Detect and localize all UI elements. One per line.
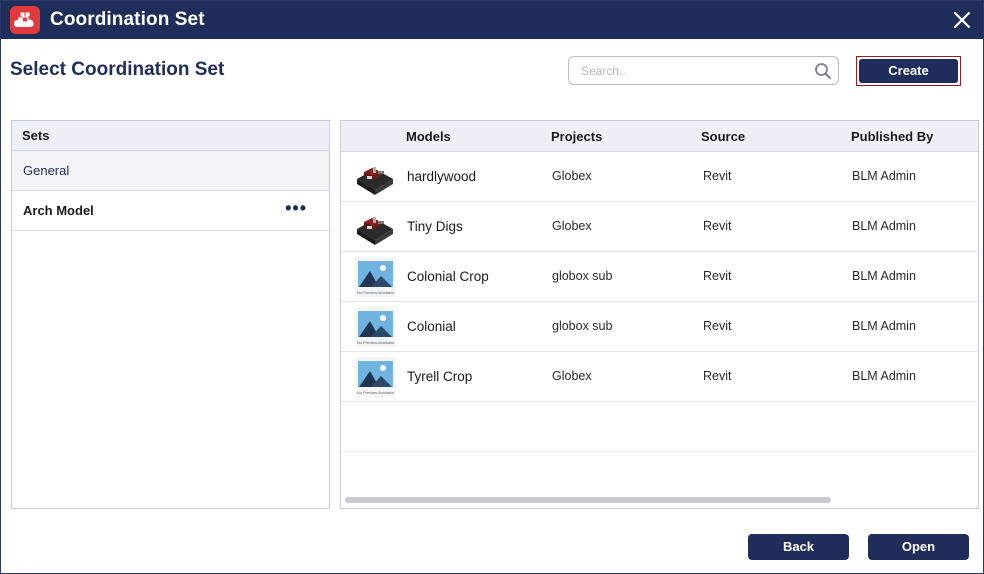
- no-preview-thumbnail-icon: No Preview Available: [355, 307, 396, 347]
- open-button[interactable]: Open: [868, 534, 969, 560]
- source-cell: Revit: [703, 219, 732, 233]
- title-bar: Coordination Set: [1, 1, 983, 39]
- coordination-set-dialog: Coordination Set Select Coordination Set…: [0, 0, 984, 574]
- published-by-cell: BLM Admin: [852, 169, 916, 183]
- sets-header: Sets: [12, 121, 329, 151]
- table-row[interactable]: hardlywood Globex Revit BLM Admin: [341, 152, 978, 202]
- set-item-general[interactable]: General: [12, 151, 329, 191]
- create-button[interactable]: Create: [856, 56, 961, 86]
- project-cell: globox sub: [552, 319, 613, 333]
- table-row[interactable]: No Preview Available Tyrell Crop Globex …: [341, 352, 978, 402]
- column-header-published-by[interactable]: Published By: [851, 129, 933, 144]
- source-cell: Revit: [703, 269, 732, 283]
- svg-text:No Preview Available: No Preview Available: [357, 390, 395, 395]
- page-title: Select Coordination Set: [10, 59, 225, 80]
- sets-panel: Sets General Arch Model •••: [11, 120, 330, 509]
- window-title: Coordination Set: [50, 9, 205, 30]
- published-by-cell: BLM Admin: [852, 219, 916, 233]
- table-row[interactable]: Tiny Digs Globex Revit BLM Admin: [341, 202, 978, 252]
- row-divider: [341, 451, 978, 452]
- set-item-label: Arch Model: [23, 203, 94, 218]
- source-cell: Revit: [703, 319, 732, 333]
- project-cell: Globex: [552, 369, 592, 383]
- set-item-label: General: [23, 163, 70, 178]
- model-name: Tiny Digs: [407, 219, 463, 234]
- models-table: Models Projects Source Published By hard…: [340, 120, 979, 509]
- app-logo-icon: [10, 6, 40, 34]
- back-button[interactable]: Back: [748, 534, 849, 560]
- search-box[interactable]: [568, 56, 839, 85]
- close-icon[interactable]: [947, 5, 977, 35]
- create-button-label: Create: [859, 59, 958, 83]
- svg-text:No Preview Available: No Preview Available: [357, 290, 395, 295]
- model-name: Tyrell Crop: [407, 369, 473, 384]
- table-row[interactable]: No Preview Available Colonial globox sub…: [341, 302, 978, 352]
- model-name: hardlywood: [407, 169, 477, 184]
- published-by-cell: BLM Admin: [852, 369, 916, 383]
- project-cell: Globex: [552, 169, 592, 183]
- column-header-models[interactable]: Models: [406, 129, 451, 144]
- project-cell: globox sub: [552, 269, 613, 283]
- published-by-cell: BLM Admin: [852, 269, 916, 283]
- no-preview-thumbnail-icon: No Preview Available: [355, 357, 396, 397]
- horizontal-scrollbar[interactable]: [345, 497, 831, 503]
- search-input[interactable]: [581, 62, 801, 80]
- source-cell: Revit: [703, 369, 732, 383]
- published-by-cell: BLM Admin: [852, 319, 916, 333]
- model-thumbnail-icon: [355, 157, 396, 197]
- model-name: Colonial Crop: [407, 269, 489, 284]
- column-header-source[interactable]: Source: [701, 129, 745, 144]
- set-item-arch-model[interactable]: Arch Model •••: [12, 191, 329, 231]
- project-cell: Globex: [552, 219, 592, 233]
- model-thumbnail-icon: [355, 207, 396, 247]
- no-preview-thumbnail-icon: No Preview Available: [355, 257, 396, 297]
- table-header: Models Projects Source Published By: [341, 121, 978, 152]
- svg-text:No Preview Available: No Preview Available: [357, 340, 395, 345]
- more-options-icon[interactable]: •••: [285, 191, 307, 231]
- table-row[interactable]: No Preview Available Colonial Crop globo…: [341, 252, 978, 302]
- search-icon[interactable]: [814, 62, 832, 85]
- source-cell: Revit: [703, 169, 732, 183]
- column-header-projects[interactable]: Projects: [551, 129, 602, 144]
- model-name: Colonial: [407, 319, 456, 334]
